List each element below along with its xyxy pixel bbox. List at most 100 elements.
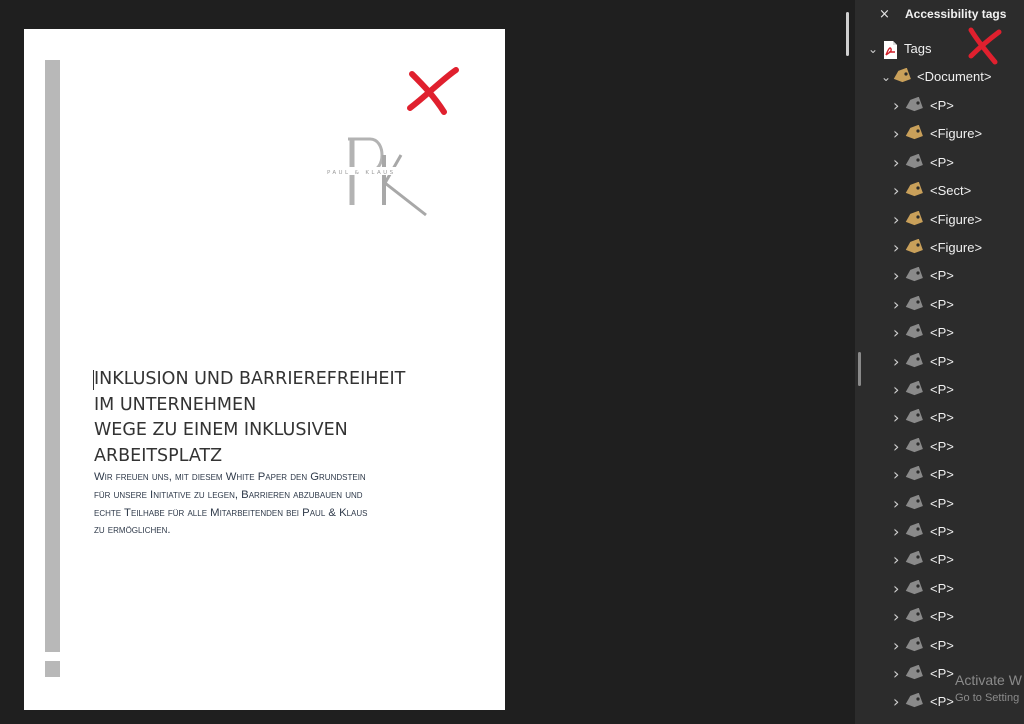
tree-node-label: <P>	[930, 609, 954, 625]
tag-icon	[905, 665, 923, 680]
chevron-right-icon[interactable]: ›	[893, 664, 903, 683]
tag-icon	[905, 551, 923, 566]
tree-node-p[interactable]: › <P>	[855, 322, 1024, 346]
tree-node-label: <P>	[930, 694, 954, 710]
tag-icon	[905, 437, 923, 452]
title-line-4: Arbeitsplatz	[94, 445, 223, 466]
chevron-right-icon[interactable]: ›	[893, 352, 903, 371]
chevron-right-icon[interactable]: ›	[893, 380, 903, 399]
tree-node-label: <P>	[930, 296, 954, 312]
chevron-right-icon[interactable]: ›	[893, 323, 903, 342]
tree-node-p[interactable]: › <P>	[855, 152, 1024, 176]
tree-node-figure[interactable]: › <Figure>	[855, 123, 1024, 147]
chevron-right-icon[interactable]: ›	[893, 465, 903, 484]
company-logo: PAUL & KLAUS	[326, 137, 427, 217]
tree-node-label: <P>	[930, 410, 954, 426]
tag-icon	[905, 295, 923, 310]
chevron-right-icon[interactable]: ›	[893, 579, 903, 598]
tag-icon	[905, 579, 923, 594]
cover-title: Inklusion und Barrierefreiheit im Untern…	[94, 367, 474, 469]
tree-node-p[interactable]: › <P>	[855, 521, 1024, 545]
accessibility-tags-panel: × Accessibility tags ⌄ Tags ⌄ <Document>…	[855, 0, 1024, 724]
windows-activation-hint: Go to Setting	[955, 692, 1020, 704]
chevron-right-icon[interactable]: ›	[893, 408, 903, 427]
chevron-right-icon[interactable]: ›	[893, 494, 903, 513]
tree-node-label: <P>	[930, 666, 954, 681]
intro-line-1: Wir freuen uns, mit diesem White Paper d…	[94, 471, 366, 483]
viewer-scrollbar[interactable]	[846, 12, 849, 56]
chevron-right-icon[interactable]: ›	[893, 153, 903, 172]
chevron-right-icon[interactable]: ›	[893, 295, 903, 314]
tag-icon	[905, 608, 923, 623]
tree-node-p[interactable]: › <P>	[855, 578, 1024, 602]
tree-node-p[interactable]: › <P>	[855, 95, 1024, 119]
tree-node-figure[interactable]: › <Figure>	[855, 209, 1024, 233]
tree-node-p[interactable]: › <P>	[855, 606, 1024, 630]
chevron-right-icon[interactable]: ›	[893, 692, 903, 711]
tree-node-label: <P>	[930, 353, 954, 369]
tree-node-label: <P>	[930, 495, 954, 511]
logo-wordmark: PAUL & KLAUS	[327, 170, 395, 176]
chevron-right-icon[interactable]: ›	[893, 124, 903, 143]
document-viewer[interactable]: PAUL & KLAUS Inklusion und Barrierefreih…	[0, 0, 855, 724]
chevron-right-icon[interactable]: ›	[893, 607, 903, 626]
tree-node-sect[interactable]: › <Sect>	[855, 180, 1024, 204]
intro-line-3: echte Teilhabe für alle Mitarbeitenden b…	[94, 506, 368, 519]
tree-node-label: <Sect>	[930, 183, 972, 199]
tree-node-label: <P>	[930, 325, 954, 341]
cover-intro-text: Wir freuen uns, mit diesem White Paper d…	[94, 469, 464, 540]
tag-icon	[905, 210, 923, 225]
chevron-right-icon[interactable]: ›	[893, 636, 903, 655]
tree-node-label: <P>	[930, 268, 954, 284]
tree-node-label: <Figure>	[930, 211, 983, 227]
tree-node-document-label: <Document>	[917, 69, 992, 84]
chevron-right-icon[interactable]: ›	[893, 522, 903, 541]
tree-node-label: <Figure>	[930, 240, 983, 255]
pdf-file-icon	[884, 41, 897, 59]
tree-node-p[interactable]: › <P>	[855, 635, 1024, 659]
panel-title: Accessibility tags	[905, 7, 1007, 21]
chevron-right-icon[interactable]: ›	[893, 266, 903, 285]
chevron-right-icon[interactable]: ›	[893, 550, 903, 569]
tree-node-p[interactable]: › <P>	[855, 265, 1024, 289]
tree-node-p[interactable]: › <P>	[855, 436, 1024, 460]
tag-icon	[905, 239, 923, 254]
tree-node-figure[interactable]: › <Figure>	[855, 237, 1024, 261]
tree-node-p[interactable]: › <P>	[855, 493, 1024, 517]
tree-node-p[interactable]: › <P>	[855, 379, 1024, 403]
tag-icon	[905, 324, 923, 339]
chevron-right-icon[interactable]: ›	[893, 96, 903, 115]
tag-icon	[905, 466, 923, 481]
tree-node-label: <P>	[930, 98, 954, 113]
tree-node-label: <P>	[930, 580, 954, 596]
chevron-right-icon[interactable]: ›	[893, 181, 903, 200]
tree-node-p[interactable]: › <P>	[855, 549, 1024, 573]
tree-node-document[interactable]: ⌄ <Document>	[855, 66, 1024, 90]
tag-icon	[905, 125, 923, 140]
red-cross-annotation	[968, 27, 1002, 65]
tag-icon	[905, 409, 923, 424]
tag-icon	[905, 523, 923, 538]
tree-node-p[interactable]: › <P>	[855, 407, 1024, 431]
pdf-page: PAUL & KLAUS Inklusion und Barrierefreih…	[24, 29, 505, 710]
tag-icon	[893, 68, 911, 83]
close-panel-button[interactable]: ×	[879, 7, 890, 22]
tree-root-label: Tags	[904, 41, 932, 56]
chevron-down-icon[interactable]: ⌄	[881, 70, 891, 84]
decorative-side-bar-end	[45, 661, 60, 677]
title-line-1: Inklusion und Barrierefreiheit	[94, 369, 406, 389]
tag-icon	[905, 352, 923, 367]
tree-node-p[interactable]: › <P>	[855, 351, 1024, 375]
chevron-right-icon[interactable]: ›	[893, 210, 903, 229]
chevron-down-icon[interactable]: ⌄	[868, 42, 878, 56]
tree-node-label: <P>	[930, 524, 954, 539]
tree-node-label: <P>	[930, 438, 954, 454]
tag-icon	[905, 494, 923, 509]
tree-node-p[interactable]: › <P>	[855, 464, 1024, 488]
tree-node-label: <P>	[930, 467, 954, 483]
chevron-right-icon[interactable]: ›	[893, 238, 903, 257]
intro-line-4: zu ermöglichen.	[94, 524, 171, 537]
chevron-right-icon[interactable]: ›	[893, 437, 903, 456]
tree-node-p[interactable]: › <P>	[855, 294, 1024, 318]
red-cross-annotation	[407, 67, 459, 115]
